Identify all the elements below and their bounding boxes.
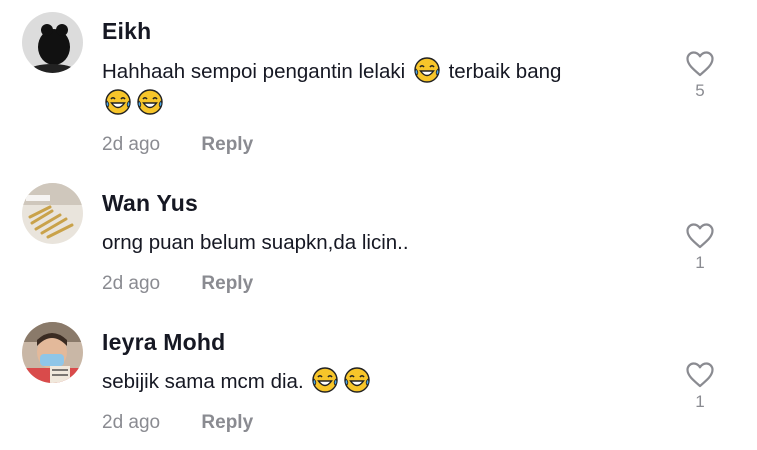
comment-timestamp: 2d ago [102, 134, 161, 155]
reply-button[interactable]: Reply [201, 273, 253, 295]
comment-text-part: Hahhaah sempoi pengantin lelaki [102, 60, 406, 83]
comment-text: sebijik sama mcm dia. [102, 366, 662, 398]
username[interactable]: Wan Yus [102, 190, 198, 217]
username[interactable]: Eikh [102, 18, 151, 45]
comment-text: orng puan belum suapkn,da licin.. [102, 231, 409, 254]
like-button[interactable]: 1 [684, 222, 716, 272]
heart-icon [686, 223, 714, 249]
face-with-tears-of-joy-icon [104, 88, 132, 116]
comment-meta: 2d ago Reply [102, 412, 253, 434]
reply-button[interactable]: Reply [201, 134, 253, 156]
heart-icon [686, 362, 714, 388]
face-with-tears-of-joy-icon [136, 88, 164, 116]
avatar[interactable] [22, 322, 83, 383]
heart-icon [686, 51, 714, 77]
face-with-tears-of-joy-icon [413, 56, 441, 84]
face-with-tears-of-joy-icon [343, 366, 371, 394]
comment-meta: 2d ago Reply [102, 134, 253, 156]
comment-text: Hahhaah sempoi pengantin lelaki terbaik … [102, 56, 662, 120]
comment-text-part: sebijik sama mcm dia. [102, 370, 304, 393]
like-button[interactable]: 1 [684, 361, 716, 411]
like-count: 5 [695, 81, 705, 100]
comment-list: Eikh Hahhaah sempoi pengantin lelaki ter… [0, 0, 757, 450]
reply-button[interactable]: Reply [201, 412, 253, 434]
comment-timestamp: 2d ago [102, 412, 161, 433]
like-count: 1 [695, 253, 705, 272]
comment-text-part: terbaik bang [448, 60, 562, 83]
username[interactable]: Ieyra Mohd [102, 329, 225, 356]
comment-timestamp: 2d ago [102, 273, 161, 294]
face-with-tears-of-joy-icon [311, 366, 339, 394]
like-count: 1 [695, 392, 705, 411]
avatar[interactable] [22, 12, 83, 73]
comment-meta: 2d ago Reply [102, 273, 253, 295]
avatar[interactable] [22, 183, 83, 244]
like-button[interactable]: 5 [684, 50, 716, 100]
